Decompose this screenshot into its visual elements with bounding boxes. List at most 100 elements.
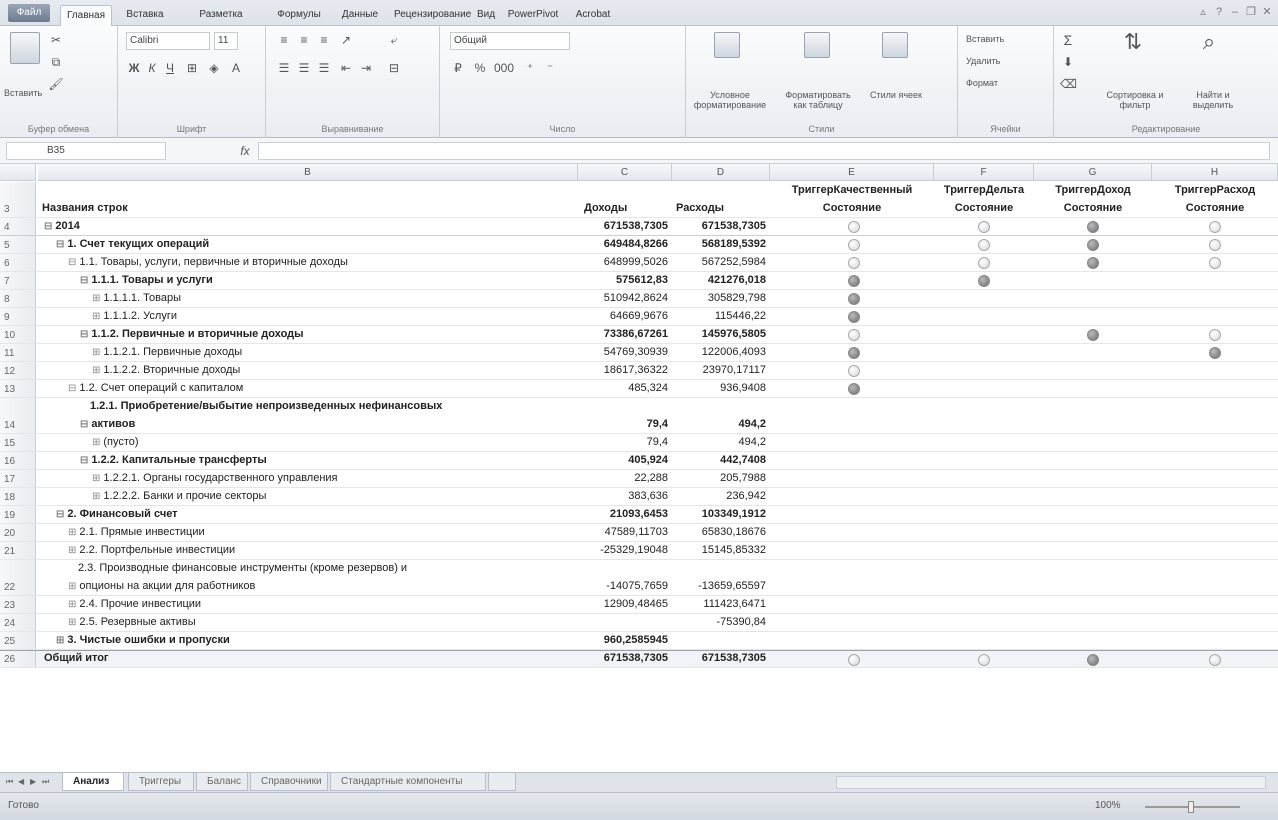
income-cell[interactable]: 47589,11703 <box>578 524 672 541</box>
paste-icon[interactable] <box>10 32 40 64</box>
conditional-formatting-button[interactable]: Условное форматирование <box>690 90 770 110</box>
sort-filter-icon[interactable]: ⇅ <box>1120 31 1146 53</box>
find-select-button[interactable]: Найти и выделить <box>1178 90 1248 110</box>
ribbon-tab-9[interactable]: Acrobat <box>570 5 616 26</box>
column-header-F[interactable]: F <box>934 164 1034 181</box>
zoom-level[interactable]: 100% <box>1095 800 1121 811</box>
income-cell[interactable]: 485,324 <box>578 380 672 397</box>
income-cell[interactable]: 649484,8266 <box>578 236 672 253</box>
select-all-corner[interactable] <box>0 164 36 181</box>
formula-input[interactable] <box>258 142 1270 160</box>
income-cell[interactable]: 79,4 <box>578 434 672 451</box>
income-header[interactable]: Доходы <box>578 202 672 214</box>
format-cells-button[interactable]: Формат <box>966 78 998 88</box>
income-cell[interactable]: 54769,30939 <box>578 344 672 361</box>
income-cell[interactable]: 22,288 <box>578 470 672 487</box>
expense-header[interactable]: Расходы <box>672 202 770 214</box>
row-label-cell[interactable]: ⊞ 1.1.2.1. Первичные доходы <box>38 344 578 361</box>
row-label-cell[interactable]: ⊞ 2.5. Резервные активы <box>38 614 578 631</box>
row-number[interactable]: 16 <box>0 452 36 469</box>
row-label-cell[interactable]: ⊟ 1.1.1. Товары и услуги <box>38 272 578 289</box>
borders-icon[interactable]: ⊞ <box>184 60 200 76</box>
orientation-icon[interactable]: ↗ <box>338 32 354 48</box>
thousands-icon[interactable]: 000 <box>494 60 514 76</box>
expand-toggle[interactable]: ⊞ <box>56 635 64 646</box>
next-sheet-icon[interactable]: ▶ <box>30 776 40 788</box>
collapse-toggle[interactable]: ⊟ <box>56 239 64 250</box>
row-number[interactable]: 25 <box>0 632 36 649</box>
expense-cell[interactable]: 421276,018 <box>672 272 770 289</box>
income-cell[interactable]: 383,636 <box>578 488 672 505</box>
row-number[interactable]: 13 <box>0 380 36 397</box>
cell-styles-button[interactable]: Стили ячеек <box>866 90 926 100</box>
fill-color-icon[interactable]: ◈ <box>206 60 222 76</box>
expand-toggle[interactable]: ⊞ <box>92 473 100 484</box>
column-header-H[interactable]: H <box>1152 164 1278 181</box>
expense-cell[interactable]: 936,9408 <box>672 380 770 397</box>
cut-icon[interactable]: ✂ <box>48 32 64 48</box>
expand-toggle[interactable]: ⊞ <box>92 437 100 448</box>
paste-button-label[interactable]: Вставить <box>4 88 42 98</box>
row-number[interactable]: 12 <box>0 362 36 379</box>
expense-cell[interactable]: 494,2 <box>672 434 770 451</box>
income-cell[interactable]: 64669,9676 <box>578 308 672 325</box>
trigger-header-g[interactable]: ТриггерДоход <box>1034 184 1152 196</box>
decrease-indent-icon[interactable]: ⇤ <box>338 60 354 76</box>
income-cell[interactable]: 12909,48465 <box>578 596 672 613</box>
row-number[interactable]: 11 <box>0 344 36 361</box>
row-label-cell[interactable]: ⊞ 2.2. Портфельные инвестиции <box>38 542 578 559</box>
expand-toggle[interactable]: ⊞ <box>68 527 76 538</box>
ribbon-tab-0[interactable]: Файл <box>8 4 50 22</box>
row-label-cell[interactable]: ⊞ 1.1.2.2. Вторичные доходы <box>38 362 578 379</box>
income-cell[interactable]: -14075,7659 <box>578 560 672 595</box>
clear-icon[interactable]: ⌫ <box>1060 76 1077 92</box>
expense-cell[interactable]: 65830,18676 <box>672 524 770 541</box>
expense-cell[interactable]: 671538,7305 <box>672 218 770 235</box>
expand-toggle[interactable]: ⊞ <box>68 581 76 592</box>
collapse-toggle[interactable]: ⊟ <box>80 419 88 430</box>
row-label-cell[interactable]: ⊟ 1.2.2. Капитальные трансферты <box>38 452 578 469</box>
ribbon-tab-3[interactable]: Разметка страницы <box>178 5 264 39</box>
last-sheet-icon[interactable]: ⏭ <box>42 776 52 788</box>
row-number[interactable]: 18 <box>0 488 36 505</box>
income-cell[interactable]: -25329,19048 <box>578 542 672 559</box>
merge-icon[interactable]: ⊟ <box>386 60 402 76</box>
increase-decimal-icon[interactable]: ⁺ <box>522 60 538 76</box>
row-number[interactable]: 15 <box>0 434 36 451</box>
help-icon[interactable]: ? <box>1212 5 1226 19</box>
window-close-icon[interactable]: ✕ <box>1260 5 1274 19</box>
name-box[interactable]: B35 <box>6 142 166 160</box>
row-number[interactable]: 3 <box>0 182 36 217</box>
ribbon-tab-2[interactable]: Вставка <box>120 5 170 26</box>
underline-icon[interactable]: Ч <box>162 60 178 76</box>
row-number[interactable]: 8 <box>0 290 36 307</box>
row-number[interactable]: 26 <box>0 651 36 667</box>
income-cell[interactable]: 671538,7305 <box>578 218 672 235</box>
row-label-cell[interactable]: ⊟ 1.1. Товары, услуги, первичные и вторич… <box>38 254 578 271</box>
wrap-text-icon[interactable]: ⤶ <box>386 32 402 48</box>
trigger-header-h[interactable]: ТриггерРасход <box>1152 184 1278 196</box>
collapse-toggle[interactable]: ⊟ <box>56 509 64 520</box>
format-painter-icon[interactable]: 🖌 <box>48 76 64 92</box>
expand-toggle[interactable]: ⊞ <box>68 617 76 628</box>
income-cell[interactable] <box>578 614 672 631</box>
cell-styles-icon[interactable] <box>882 32 908 58</box>
row-number[interactable]: 5 <box>0 236 36 253</box>
number-format-select[interactable]: Общий <box>450 32 570 50</box>
row-label-cell[interactable]: ⊟ 1.2. Счет операций с капиталом <box>38 380 578 397</box>
bold-icon[interactable]: Ж <box>126 60 142 76</box>
row-number[interactable]: 6 <box>0 254 36 271</box>
expense-cell[interactable]: 122006,4093 <box>672 344 770 361</box>
income-cell[interactable]: 405,924 <box>578 452 672 469</box>
expense-cell[interactable]: 23970,17117 <box>672 362 770 379</box>
align-center-icon[interactable]: ☰ <box>296 60 312 76</box>
sort-filter-button[interactable]: Сортировка и фильтр <box>1100 90 1170 110</box>
sheet-tab-4[interactable]: Стандартные компоненты <box>330 773 486 791</box>
row-label-cell[interactable]: ⊞ 2.1. Прямые инвестиции <box>38 524 578 541</box>
column-header-D[interactable]: D <box>672 164 770 181</box>
expand-toggle[interactable]: ⊞ <box>92 293 100 304</box>
collapse-toggle[interactable]: ⊟ <box>44 221 52 232</box>
prev-sheet-icon[interactable]: ◀ <box>18 776 28 788</box>
row-number[interactable]: 23 <box>0 596 36 613</box>
autosum-icon[interactable]: Σ <box>1060 32 1076 48</box>
